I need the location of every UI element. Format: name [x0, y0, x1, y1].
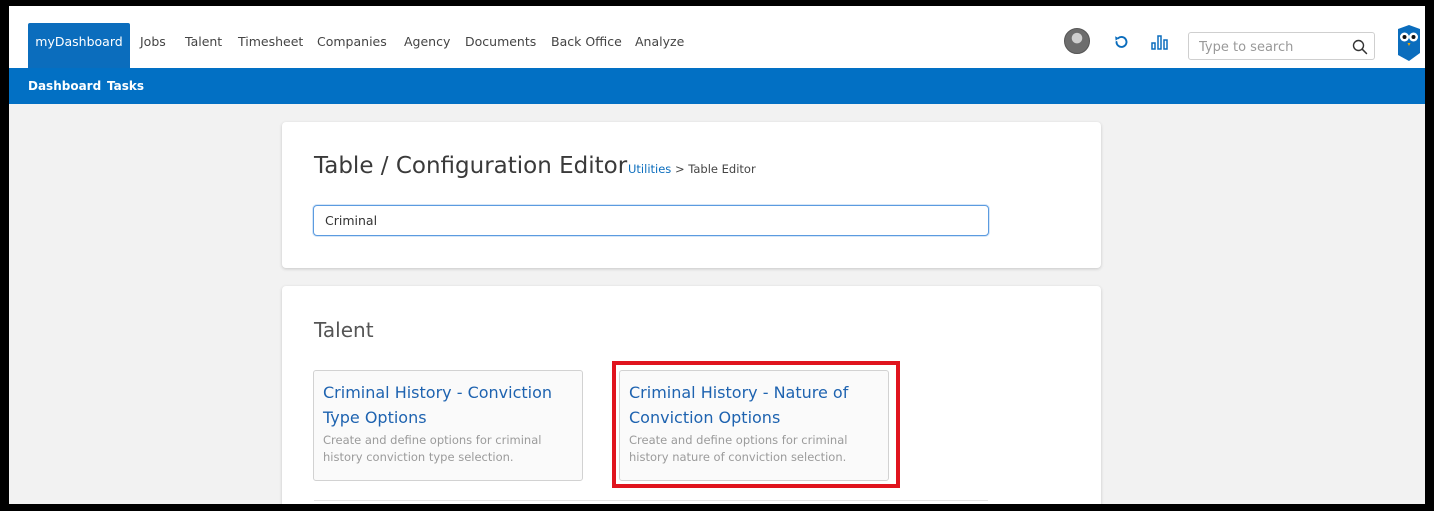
tile-conviction-type-options[interactable]: Criminal History - Conviction Type Optio… — [313, 370, 583, 481]
subnav-dashboard[interactable]: Dashboard — [28, 79, 101, 93]
breadcrumb-separator: > — [674, 162, 685, 176]
nav-timesheet[interactable]: Timesheet — [238, 34, 303, 49]
tile-description: Create and define options for criminal h… — [323, 433, 542, 464]
nav-mydashboard[interactable]: myDashboard — [28, 23, 130, 68]
nav-jobs[interactable]: Jobs — [140, 34, 166, 49]
bar-chart-icon[interactable] — [1150, 32, 1170, 52]
breadcrumb: Utilities > Table Editor — [628, 162, 756, 176]
global-search[interactable] — [1188, 32, 1375, 60]
editor-header-card: Table / Configuration Editor Utilities >… — [282, 122, 1101, 268]
refresh-icon[interactable] — [1111, 32, 1131, 52]
app-window: myDashboard Jobs Talent Timesheet Compan… — [9, 6, 1425, 504]
tile-nature-of-conviction-options[interactable]: Criminal History - Nature of Conviction … — [619, 370, 889, 481]
breadcrumb-current: Table Editor — [688, 162, 756, 176]
table-filter-input[interactable] — [313, 205, 989, 236]
top-navigation: myDashboard Jobs Talent Timesheet Compan… — [9, 6, 1425, 68]
nav-documents[interactable]: Documents — [465, 34, 536, 49]
search-input[interactable] — [1199, 37, 1344, 57]
avatar[interactable] — [1064, 28, 1090, 54]
tile-description: Create and define options for criminal h… — [629, 433, 848, 464]
section-title: Talent — [314, 318, 374, 342]
nav-companies[interactable]: Companies — [317, 34, 387, 49]
nav-analyze[interactable]: Analyze — [635, 34, 684, 49]
tile-title[interactable]: Criminal History - Nature of Conviction … — [629, 380, 879, 430]
nav-back-office[interactable]: Back Office — [551, 34, 622, 49]
sub-navigation: Dashboard Tasks — [9, 68, 1425, 104]
subnav-tasks[interactable]: Tasks — [107, 79, 144, 93]
breadcrumb-utilities-link[interactable]: Utilities — [628, 162, 671, 176]
divider — [314, 500, 988, 501]
page-title: Table / Configuration Editor — [314, 153, 628, 179]
nav-talent[interactable]: Talent — [185, 34, 222, 49]
talent-section-card: Talent Criminal History - Conviction Typ… — [282, 286, 1101, 504]
tile-title[interactable]: Criminal History - Conviction Type Optio… — [323, 380, 573, 430]
owl-logo[interactable] — [1396, 23, 1422, 63]
search-icon[interactable] — [1352, 39, 1368, 55]
nav-agency[interactable]: Agency — [404, 34, 450, 49]
